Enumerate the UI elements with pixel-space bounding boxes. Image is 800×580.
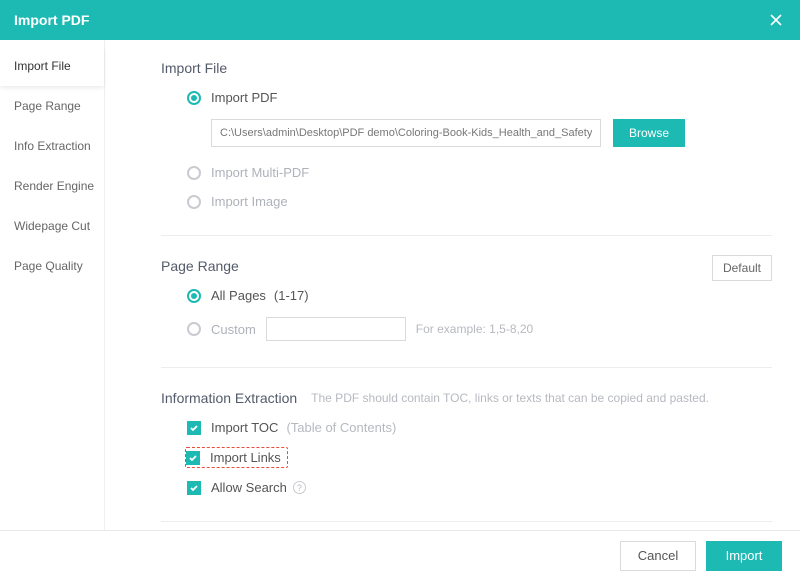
cancel-button[interactable]: Cancel <box>620 541 696 571</box>
divider <box>161 521 772 522</box>
option-label: Import PDF <box>211 90 277 105</box>
checkbox-import-toc[interactable]: Import TOC (Table of Contents) <box>187 420 772 435</box>
option-label: Custom <box>211 322 256 337</box>
dialog-footer: Cancel Import <box>0 530 800 580</box>
divider <box>161 367 772 368</box>
sidebar-item-import-file[interactable]: Import File <box>0 46 104 86</box>
checkbox-allow-search[interactable]: Allow Search ? <box>187 480 772 495</box>
checkbox-sublabel: (Table of Contents) <box>286 420 396 435</box>
option-label: Import Image <box>211 194 288 209</box>
custom-range-input[interactable] <box>266 317 406 341</box>
close-icon[interactable] <box>766 10 786 30</box>
checkbox-label: Import Links <box>210 450 281 465</box>
page-range-total: (1-17) <box>274 288 309 303</box>
section-import-file: Import File Import PDF Browse Import Mul… <box>161 60 772 209</box>
section-page-range: Default Page Range All Pages (1-17) Cust… <box>161 258 772 341</box>
checkbox-icon[interactable] <box>186 451 200 465</box>
sidebar-item-widepage-cut[interactable]: Widepage Cut <box>0 206 104 246</box>
sidebar-item-page-quality[interactable]: Page Quality <box>0 246 104 286</box>
help-icon[interactable]: ? <box>293 481 306 494</box>
checkbox-icon[interactable] <box>187 481 201 495</box>
sidebar: Import File Page Range Info Extraction R… <box>0 40 105 530</box>
file-path-input[interactable] <box>211 119 601 147</box>
option-label: All Pages <box>211 288 266 303</box>
option-all-pages[interactable]: All Pages (1-17) <box>187 288 772 303</box>
section-heading: Import File <box>161 60 772 76</box>
sidebar-item-page-range[interactable]: Page Range <box>0 86 104 126</box>
divider <box>161 235 772 236</box>
dialog-title: Import PDF <box>14 12 89 28</box>
section-info-extraction: Information Extraction The PDF should co… <box>161 390 772 495</box>
option-import-multi-pdf[interactable]: Import Multi-PDF <box>187 165 772 180</box>
radio-icon[interactable] <box>187 289 201 303</box>
highlight-box: Import Links <box>185 447 288 468</box>
custom-range-hint: For example: 1,5-8,20 <box>416 322 533 336</box>
import-button[interactable]: Import <box>706 541 782 571</box>
radio-icon[interactable] <box>187 91 201 105</box>
heading-text: Information Extraction <box>161 390 297 406</box>
checkbox-label: Allow Search <box>211 480 287 495</box>
radio-icon[interactable] <box>187 195 201 209</box>
option-import-image[interactable]: Import Image <box>187 194 772 209</box>
main-panel: Import File Import PDF Browse Import Mul… <box>105 40 800 530</box>
checkbox-label: Import TOC <box>211 420 278 435</box>
option-custom-range[interactable]: Custom For example: 1,5-8,20 <box>187 317 772 341</box>
checkbox-icon[interactable] <box>187 421 201 435</box>
sidebar-item-render-engine[interactable]: Render Engine <box>0 166 104 206</box>
default-button[interactable]: Default <box>712 255 772 281</box>
section-heading: Page Range <box>161 258 772 274</box>
option-label: Import Multi-PDF <box>211 165 309 180</box>
radio-icon[interactable] <box>187 166 201 180</box>
section-heading: Information Extraction The PDF should co… <box>161 390 772 406</box>
section-subtext: The PDF should contain TOC, links or tex… <box>311 391 709 405</box>
browse-button[interactable]: Browse <box>613 119 685 147</box>
sidebar-item-info-extraction[interactable]: Info Extraction <box>0 126 104 166</box>
checkbox-import-links[interactable]: Import Links <box>187 447 772 468</box>
option-import-pdf[interactable]: Import PDF <box>187 90 772 105</box>
titlebar: Import PDF <box>0 0 800 40</box>
radio-icon[interactable] <box>187 322 201 336</box>
